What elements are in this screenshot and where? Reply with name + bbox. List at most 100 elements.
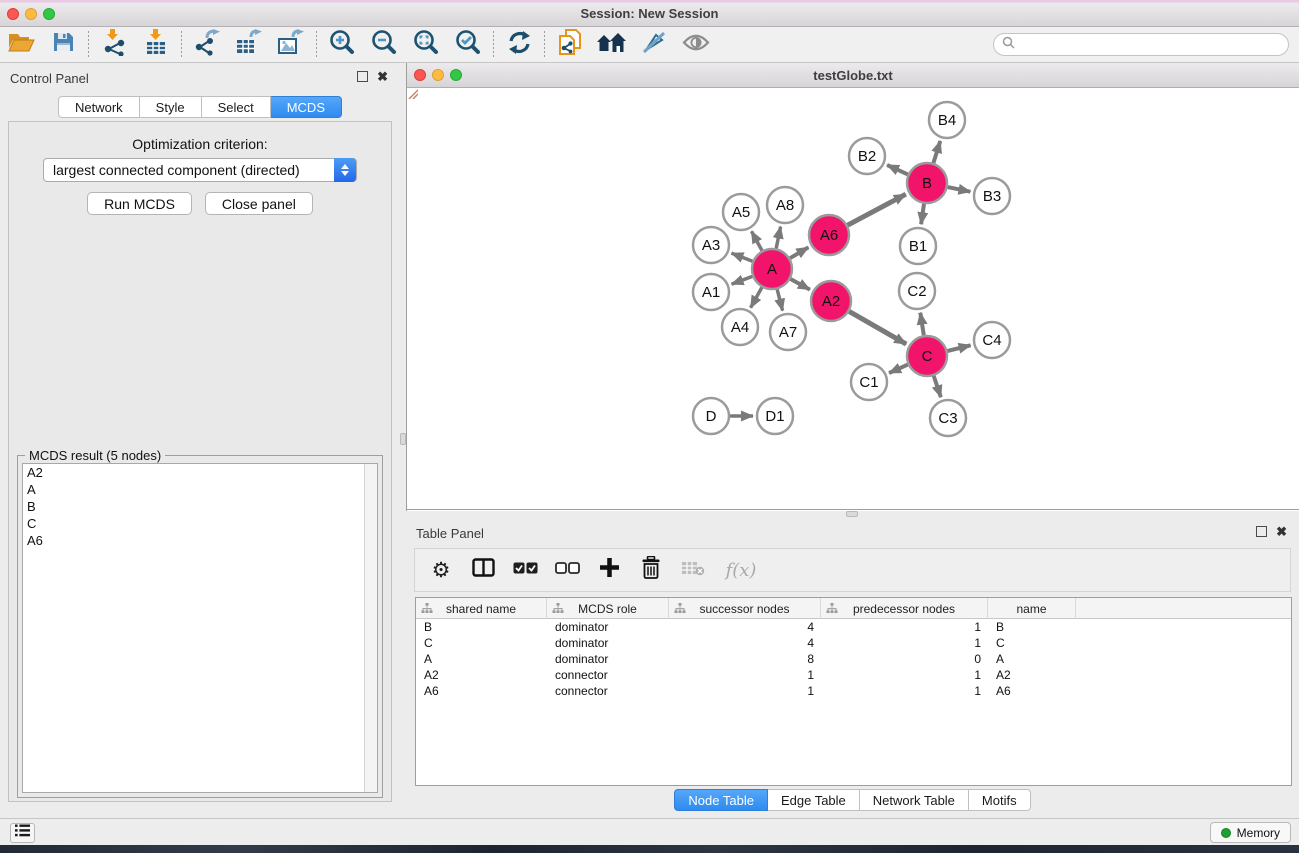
column-header-mcds-role[interactable]: MCDS role xyxy=(547,598,669,619)
table-cell-mcds-role[interactable]: dominator xyxy=(547,635,669,651)
splitter-grip[interactable] xyxy=(846,511,858,517)
graph-node-C3[interactable]: C3 xyxy=(930,400,966,436)
graph-edge-C-C2[interactable] xyxy=(920,313,924,336)
tab-network[interactable]: Network xyxy=(58,96,140,118)
import-table-button[interactable] xyxy=(135,28,177,62)
export-network-button[interactable] xyxy=(186,28,228,62)
table-cell-name[interactable]: A2 xyxy=(988,667,1076,683)
table-cell-successor-nodes[interactable]: 4 xyxy=(669,619,821,635)
search-input[interactable] xyxy=(1020,38,1270,52)
graph-edge-A-A7[interactable] xyxy=(777,289,782,310)
search-field[interactable] xyxy=(993,33,1289,56)
table-cell-shared-name[interactable]: A6 xyxy=(416,683,547,699)
graph-edge-A-A5[interactable] xyxy=(752,231,763,250)
run-mcds-button[interactable]: Run MCDS xyxy=(87,192,192,215)
graph-edge-A-A3[interactable] xyxy=(732,253,753,261)
mcds-result-list[interactable]: A2ABCA6 xyxy=(22,463,378,793)
tab-edge-table[interactable]: Edge Table xyxy=(768,789,860,811)
graph-edge-A-A1[interactable] xyxy=(732,276,753,284)
table-cell-shared-name[interactable]: A xyxy=(416,651,547,667)
table-cell-predecessor-nodes[interactable]: 1 xyxy=(821,683,988,699)
mcds-result-item[interactable]: A xyxy=(23,481,377,498)
graph-edge-A-A6[interactable] xyxy=(790,247,808,258)
table-cell-name[interactable]: A6 xyxy=(988,683,1076,699)
graph-node-B4[interactable]: B4 xyxy=(929,102,965,138)
unselect-all-columns-button[interactable] xyxy=(553,555,581,585)
graph-node-A7[interactable]: A7 xyxy=(770,314,806,350)
table-cell-name[interactable]: C xyxy=(988,635,1076,651)
graph-node-B[interactable]: B xyxy=(907,163,947,203)
graph-edge-B-B4[interactable] xyxy=(933,141,940,163)
mcds-result-item[interactable]: A2 xyxy=(23,464,377,481)
scrollbar-track[interactable] xyxy=(364,464,377,792)
graph-node-C[interactable]: C xyxy=(907,336,947,376)
graph-node-B1[interactable]: B1 xyxy=(900,228,936,264)
graph-node-A2[interactable]: A2 xyxy=(811,281,851,321)
show-hide-button[interactable] xyxy=(675,28,717,62)
close-panel-icon[interactable]: ✖ xyxy=(377,71,388,82)
graph-edge-B-B3[interactable] xyxy=(948,187,971,192)
graph-edge-C-C3[interactable] xyxy=(934,376,941,397)
import-network-button[interactable] xyxy=(93,28,135,62)
zoom-out-button[interactable] xyxy=(363,28,405,62)
table-cell-name[interactable]: A xyxy=(988,651,1076,667)
table-cell-name[interactable]: B xyxy=(988,619,1076,635)
tab-motifs[interactable]: Motifs xyxy=(969,789,1031,811)
column-header-shared-name[interactable]: shared name xyxy=(416,598,547,619)
mcds-result-item[interactable]: A6 xyxy=(23,532,377,549)
table-cell-successor-nodes[interactable]: 8 xyxy=(669,651,821,667)
tab-network-table[interactable]: Network Table xyxy=(860,789,969,811)
network-canvas[interactable]: A5A8A3A1A4A7AA6A2B2B4BB3B1C2CC4C1C3DD1 xyxy=(407,88,1299,510)
close-panel-icon[interactable]: ✖ xyxy=(1276,526,1287,537)
create-column-button[interactable] xyxy=(595,555,623,585)
table-cell-successor-nodes[interactable]: 4 xyxy=(669,635,821,651)
graph-node-D1[interactable]: D1 xyxy=(757,398,793,434)
table-cell-predecessor-nodes[interactable]: 0 xyxy=(821,651,988,667)
zoom-selected-button[interactable] xyxy=(447,28,489,62)
table-cell-shared-name[interactable]: C xyxy=(416,635,547,651)
show-columns-button[interactable] xyxy=(469,555,497,585)
memory-button[interactable]: Memory xyxy=(1210,822,1291,843)
graph-node-B2[interactable]: B2 xyxy=(849,138,885,174)
graph-node-A[interactable]: A xyxy=(752,249,792,289)
table-cell-shared-name[interactable]: B xyxy=(416,619,547,635)
horizontal-splitter[interactable] xyxy=(406,511,1299,518)
graph-edge-C-C1[interactable] xyxy=(889,365,908,373)
resize-grip-icon[interactable] xyxy=(407,88,418,99)
tab-node-table[interactable]: Node Table xyxy=(674,789,768,811)
graph-node-C4[interactable]: C4 xyxy=(974,322,1010,358)
mcds-result-item[interactable]: B xyxy=(23,498,377,515)
table-row[interactable]: A6connector11A6 xyxy=(416,683,1291,699)
graph-edge-A-A4[interactable] xyxy=(751,287,762,307)
table-row[interactable]: A2connector11A2 xyxy=(416,667,1291,683)
graph-node-A5[interactable]: A5 xyxy=(723,194,759,230)
column-header-name[interactable]: name xyxy=(988,598,1076,619)
table-cell-mcds-role[interactable]: dominator xyxy=(547,619,669,635)
graph-edge-A6-B[interactable] xyxy=(848,194,906,225)
column-header-predecessor-nodes[interactable]: predecessor nodes xyxy=(821,598,988,619)
graph-edge-B-B1[interactable] xyxy=(921,204,924,224)
table-row[interactable]: Cdominator41C xyxy=(416,635,1291,651)
table-settings-button[interactable]: ⚙ xyxy=(427,555,455,585)
tab-mcds[interactable]: MCDS xyxy=(271,96,342,118)
table-cell-mcds-role[interactable]: connector xyxy=(547,683,669,699)
table-cell-mcds-role[interactable]: dominator xyxy=(547,651,669,667)
graph-edge-A-A8[interactable] xyxy=(776,227,780,249)
table-cell-predecessor-nodes[interactable]: 1 xyxy=(821,667,988,683)
export-table-button[interactable] xyxy=(228,28,270,62)
graph-node-A6[interactable]: A6 xyxy=(809,215,849,255)
graph-node-A8[interactable]: A8 xyxy=(767,187,803,223)
criterion-dropdown[interactable]: largest connected component (directed) xyxy=(43,158,357,182)
graph-node-A3[interactable]: A3 xyxy=(693,227,729,263)
graph-edge-A-A2[interactable] xyxy=(791,279,810,290)
graph-node-A1[interactable]: A1 xyxy=(693,274,729,310)
mcds-result-item[interactable]: C xyxy=(23,515,377,532)
clone-network-button[interactable] xyxy=(549,28,591,62)
graph-edge-A2-C[interactable] xyxy=(849,311,906,344)
delete-column-button[interactable] xyxy=(637,555,665,585)
save-session-button[interactable] xyxy=(42,28,84,62)
graph-node-A4[interactable]: A4 xyxy=(722,309,758,345)
table-cell-successor-nodes[interactable]: 1 xyxy=(669,667,821,683)
hide-graphics-details-button[interactable] xyxy=(633,28,675,62)
column-header-successor-nodes[interactable]: successor nodes xyxy=(669,598,821,619)
